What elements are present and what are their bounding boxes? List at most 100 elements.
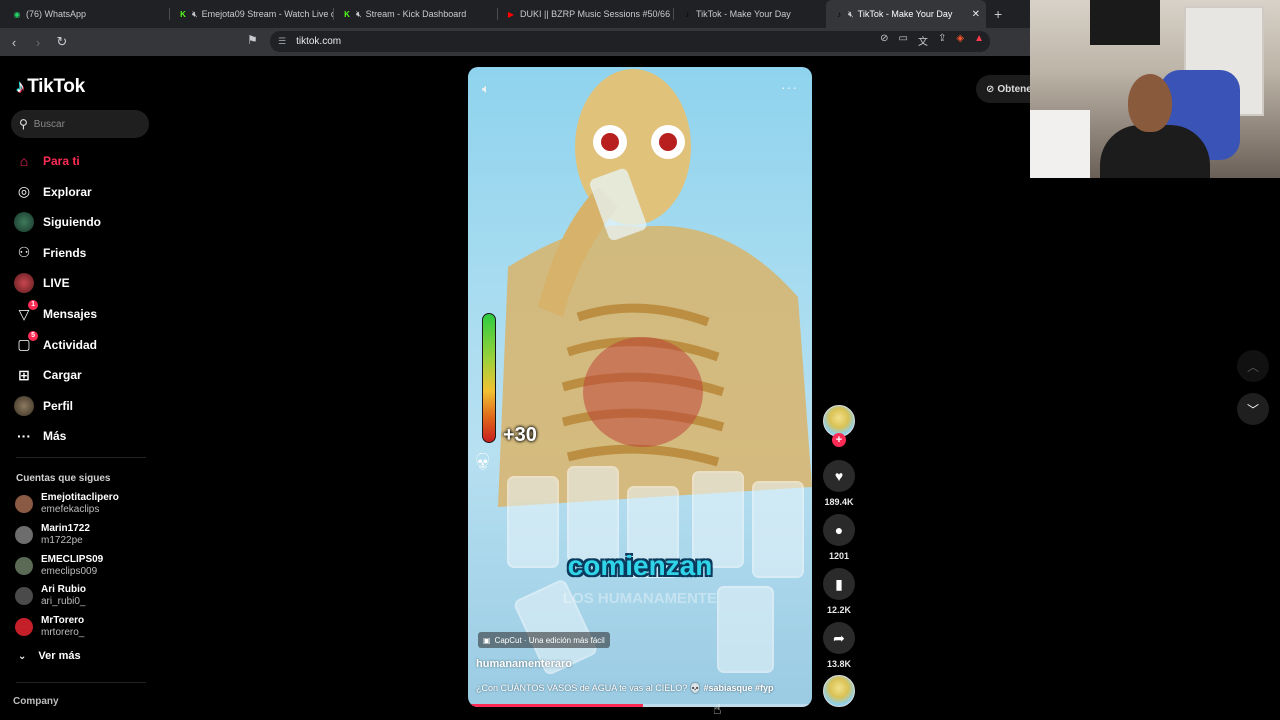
muted-speaker-icon[interactable]: 🔇︎: [192, 9, 198, 20]
water-meter-bar: [482, 313, 496, 443]
share-count: 13.8K: [826, 659, 852, 669]
browser-tab[interactable]: K 🔇︎ Emejota09 Stream - Watch Live o: [170, 0, 334, 28]
followed-account[interactable]: Marin1722 m1722pe: [15, 523, 90, 547]
sound-disc-icon[interactable]: [823, 675, 855, 707]
more-options-icon[interactable]: ···: [781, 79, 798, 95]
tab-title: Stream - Kick Dashboard: [365, 9, 467, 19]
video-progress-fill: [468, 704, 644, 707]
browser-tab[interactable]: ♪ 🔇︎ TikTok - Make Your Day ✕: [826, 0, 986, 28]
nav-item-friends[interactable]: ⚇ Friends: [14, 241, 87, 265]
followed-account[interactable]: Emejotitaclipero emefekaclips: [15, 492, 119, 516]
video-player[interactable]: 🔈︎ ··· +30 💀︎ comienzan LOS HUMANAMENTE …: [468, 67, 812, 707]
nav-item-actividad[interactable]: ▢ 5 Actividad: [14, 330, 97, 357]
profile-avatar-icon: [14, 395, 34, 416]
reload-icon[interactable]: ↻: [52, 32, 72, 52]
nav-item-explorar[interactable]: ◎ Explorar: [14, 180, 92, 204]
nav-item-perfil[interactable]: Perfil: [14, 394, 73, 418]
notification-badge: 5: [28, 330, 38, 341]
hand-cursor-icon: ☝︎: [713, 701, 722, 717]
nav-item-siguiendo[interactable]: Siguiendo: [14, 210, 101, 234]
save-button[interactable]: ▮: [823, 568, 855, 600]
skull-icon: 💀︎: [476, 446, 490, 476]
more-icon: ···: [17, 428, 31, 445]
nav-item-m-s[interactable]: ··· Más: [14, 424, 66, 448]
video-author[interactable]: humanamenteraro: [476, 658, 572, 670]
muted-speaker-icon[interactable]: 🔇︎: [356, 9, 362, 20]
back-icon[interactable]: ‹: [4, 32, 24, 52]
tiktok-logo[interactable]: ♪ TikTok: [16, 76, 85, 98]
see-more-button[interactable]: ⌄ Ver más: [18, 650, 81, 662]
follow-plus-icon[interactable]: +: [832, 433, 846, 447]
lungs: [583, 337, 703, 447]
youtube-icon: ▶: [507, 9, 515, 19]
address-bar[interactable]: ☰ tiktok.com ⊘ ▭ 文 ⇪ ◈ ▲: [270, 31, 990, 52]
share-button[interactable]: ➦: [823, 622, 855, 654]
avatar: [15, 525, 33, 544]
account-handle: emeclips009: [41, 565, 98, 577]
tiktok-icon: ♪: [685, 9, 689, 19]
chevron-down-icon: ⌄: [18, 650, 27, 662]
nav-label: Más: [43, 429, 67, 444]
skeleton-pupil-left: [601, 133, 619, 151]
search-box[interactable]: ⚲: [11, 110, 149, 138]
close-tab-icon[interactable]: ✕: [972, 9, 980, 20]
brave-shields-icon[interactable]: ◈: [956, 33, 964, 48]
site-info-icon[interactable]: ☰: [278, 36, 286, 47]
avatar: [14, 395, 34, 416]
pip-icon[interactable]: ▭: [899, 33, 908, 48]
get-app-button[interactable]: ⊘ Obtene: [976, 75, 1030, 103]
previous-video-button[interactable]: ︿: [1237, 350, 1269, 382]
company-link[interactable]: Company: [13, 696, 59, 707]
browser-tab-bar: ◉ (76) WhatsApp K 🔇︎ Emejota09 Stream - Watc…: [0, 0, 1030, 28]
video-description: ¿Con CUÁNTOS VASOS de AGUA te vas al CIE…: [476, 683, 774, 694]
nav-label: Mensajes: [43, 307, 98, 321]
following-title: Cuentas que sigues: [16, 473, 111, 484]
account-text: Marin1722 m1722pe: [41, 523, 90, 547]
compass-icon: ◎: [17, 183, 31, 200]
followed-account[interactable]: EMECLIPS09 emeclips009: [15, 554, 103, 578]
account-name: Emejotitaclipero: [41, 492, 119, 503]
bookmark-save-icon: ▮: [835, 575, 843, 592]
like-button[interactable]: ♥: [823, 460, 855, 492]
followed-account[interactable]: Ari Rubio ari_rubi0_: [15, 584, 86, 608]
browser-tab[interactable]: ♪ TikTok - Make Your Day: [674, 0, 826, 28]
volume-icon[interactable]: 🔈︎: [482, 81, 490, 97]
nav-item-para-ti[interactable]: ⌂ Para ti: [14, 149, 80, 173]
tiktok-note-icon: ♪: [16, 77, 25, 96]
heart-icon: ♥: [834, 468, 844, 484]
nav-label: Perfil: [43, 398, 74, 413]
messages-icon: ▽ 1: [14, 300, 38, 324]
translate-icon[interactable]: 文: [918, 33, 928, 48]
forward-icon[interactable]: ›: [28, 32, 48, 52]
search-icon: ⚲: [19, 117, 28, 131]
capcut-icon: ▣: [483, 635, 491, 645]
muted-speaker-icon[interactable]: 🔇︎: [848, 9, 854, 20]
brave-rewards-icon[interactable]: ▲: [974, 33, 984, 48]
home-icon: ⌂: [19, 153, 29, 169]
nav-item-mensajes[interactable]: ▽ 1 Mensajes: [14, 300, 98, 326]
browser-tab[interactable]: K 🔇︎ Stream - Kick Dashboard: [334, 0, 498, 28]
like-count: 189.4K: [824, 497, 854, 507]
bookmark-icon[interactable]: ⚑: [247, 33, 258, 47]
kick-icon: K: [344, 9, 350, 19]
search-input[interactable]: [33, 118, 134, 130]
share-icon[interactable]: ⇪: [938, 33, 946, 48]
browser-tab[interactable]: ◉ (76) WhatsApp: [4, 0, 170, 28]
url-text: tiktok.com: [296, 36, 342, 47]
comment-button[interactable]: ●: [823, 514, 855, 546]
video-progress-bar[interactable]: [468, 704, 812, 707]
capcut-badge[interactable]: ▣ CapCut · Una edición más fácil: [478, 632, 610, 648]
account-name: MrTorero: [41, 615, 85, 627]
kick-icon: K: [180, 9, 186, 19]
description-text: ¿Con CUÁNTOS VASOS de AGUA te vas al CIE…: [476, 683, 701, 693]
nav-item-live[interactable]: LIVE: [14, 271, 70, 295]
followed-account[interactable]: MrTorero mrtorero_: [15, 615, 84, 639]
nav-item-cargar[interactable]: ⊞ Cargar: [14, 363, 82, 387]
hashtags[interactable]: #sabiasque #fyp: [703, 683, 773, 693]
next-video-button[interactable]: ﹀: [1237, 393, 1269, 425]
browser-tab[interactable]: ▶ DUKI || BZRP Music Sessions #50/66: [498, 0, 674, 28]
new-tab-icon[interactable]: +: [994, 6, 1002, 22]
webcam-person-body: [1100, 125, 1210, 178]
no-cast-icon[interactable]: ⊘: [880, 33, 888, 48]
sidebar: ♪ TikTok ⚲ ⌂ Para ti ◎ Explorar Siguiendo ⚇ Fr…: [0, 56, 160, 720]
